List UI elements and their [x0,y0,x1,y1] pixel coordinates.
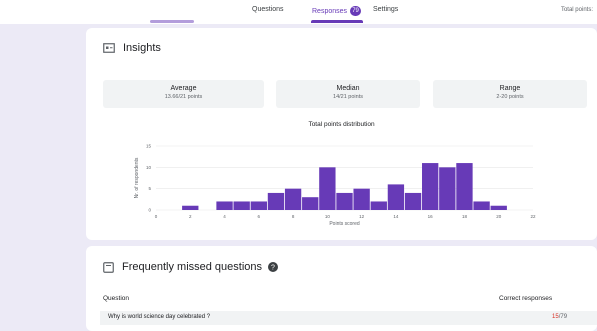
bar-10 [319,167,336,210]
x-tick-label: 8 [292,214,295,219]
x-tick-label: 18 [462,214,468,219]
missed-header: Frequently missed questions ? [103,261,279,273]
total-count: /79 [558,314,568,320]
bar-7 [267,192,285,210]
left-margin [0,24,85,331]
x-axis-label: Points scored [329,221,360,227]
tab-indicator-faded [150,20,194,23]
correct-count: 15 [552,314,559,320]
top-bar: Questions Responses 79 Settings Total poi… [0,0,597,24]
bar-5 [233,201,250,210]
y-tick-label: 0 [148,208,151,213]
y-tick-label: 5 [148,186,151,191]
bar-18 [456,163,473,210]
points-distribution-chart: 0 2 4 6 8 10 12 14 16 18 20 22 0 5 10 15 Points scored Nr… [134,144,536,228]
svg-text:?: ? [271,265,275,272]
bar-16 [422,163,439,210]
bar-15 [404,192,422,210]
x-tick-label: 16 [428,214,434,219]
column-question: Question [103,295,130,302]
bar-14 [387,184,405,210]
x-tick-label: 20 [496,214,502,219]
x-tick-label: 6 [258,214,261,219]
question-text: Why is world science day celebrated ? [108,314,211,320]
bar-19 [473,201,490,210]
y-axis-label: Nr. of respondents [134,157,140,198]
responses-count-badge: 79 [350,6,362,16]
bar-11 [336,192,353,210]
active-tab-indicator [311,20,363,23]
tab-responses-label: Responses [312,7,348,15]
column-correct-responses: Correct responses [499,295,553,302]
tab-questions[interactable]: Questions [252,6,284,13]
bar-9 [302,197,319,210]
x-tick-label: 14 [393,214,399,219]
x-tick-label: 10 [325,214,331,219]
bar-8 [284,188,302,210]
bar-2 [182,205,199,210]
bar-17 [439,167,456,210]
bar-20 [490,205,507,210]
bar-13 [370,201,387,210]
missed-title: Frequently missed questions [122,261,263,273]
x-tick-label: 0 [155,214,158,219]
correct-score: 15/79 [552,314,567,320]
tab-settings[interactable]: Settings [373,6,398,13]
bar-6 [250,201,267,210]
insights-card: Insights Average 13.66/21 points Median … [86,28,597,240]
tab-responses[interactable]: Responses 79 [312,6,362,16]
help-icon[interactable]: ? [268,262,279,272]
y-tick-label: 10 [146,165,152,170]
missed-questions-icon [103,261,114,273]
x-tick-label: 2 [189,214,192,219]
x-tick-label: 12 [359,214,365,219]
x-tick-label: 22 [530,214,536,219]
bar-4 [216,201,233,210]
y-tick-label: 15 [146,144,152,149]
total-points-label: Total points: [560,7,593,13]
bar-12 [353,188,370,210]
x-tick-label: 4 [223,214,226,219]
